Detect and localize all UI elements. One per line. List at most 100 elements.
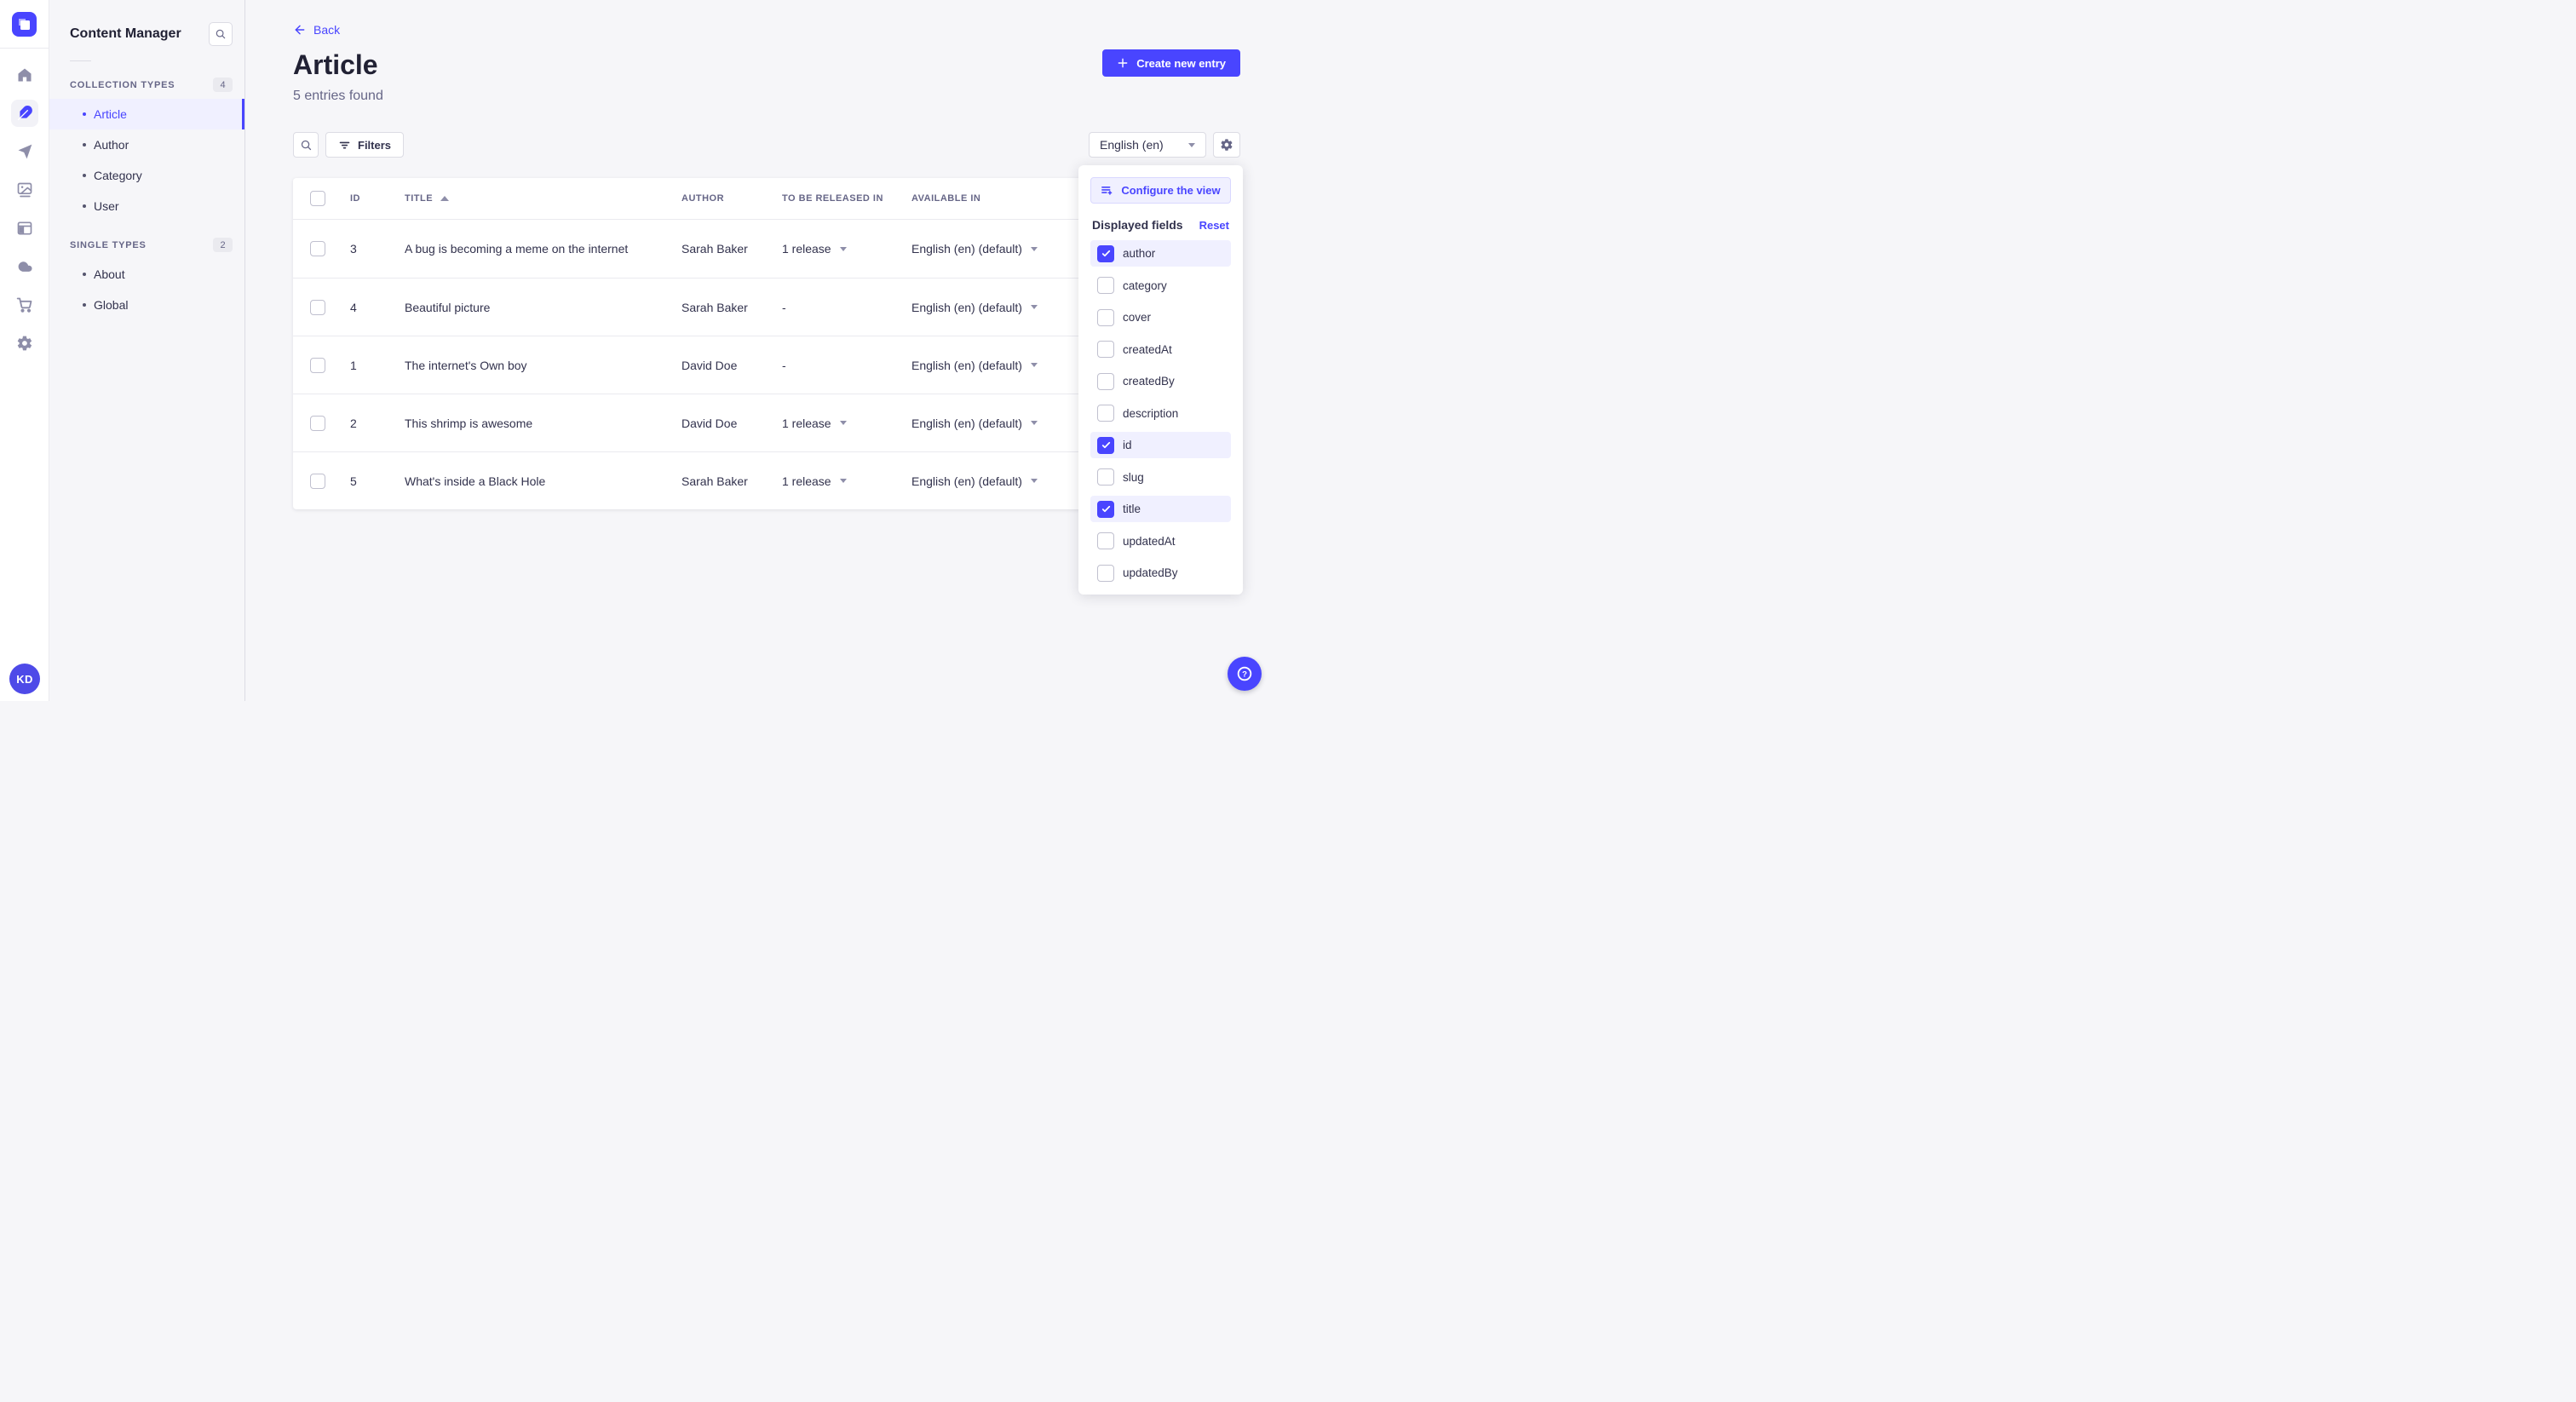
field-label: author xyxy=(1123,247,1156,260)
help-button[interactable]: ? xyxy=(1228,657,1262,691)
field-slug[interactable]: slug xyxy=(1090,464,1231,491)
create-new-entry-label: Create new entry xyxy=(1136,56,1226,70)
select-all-checkbox[interactable] xyxy=(310,191,325,206)
reset-link[interactable]: Reset xyxy=(1199,219,1229,232)
bullet-icon xyxy=(83,303,86,307)
field-label: cover xyxy=(1123,311,1152,324)
chevron-down-icon[interactable] xyxy=(1030,363,1038,367)
row-checkbox[interactable] xyxy=(310,299,325,315)
field-checkbox[interactable] xyxy=(1097,500,1114,518)
table-search-button[interactable] xyxy=(293,132,319,158)
row-checkbox[interactable] xyxy=(310,357,325,373)
filters-button[interactable]: Filters xyxy=(325,132,405,158)
row-checkbox[interactable] xyxy=(310,473,325,489)
sidebar-item-global[interactable]: Global xyxy=(49,290,244,320)
cell-id: 1 xyxy=(350,358,357,372)
chevron-down-icon[interactable] xyxy=(839,246,847,251)
bullet-icon xyxy=(83,273,86,276)
sort-asc-icon xyxy=(440,196,450,201)
configure-the-view-button[interactable]: Configure the view xyxy=(1090,177,1231,204)
field-checkbox[interactable] xyxy=(1097,372,1114,390)
field-updatedBy[interactable]: updatedBy xyxy=(1090,560,1231,586)
locale-select[interactable]: English (en) xyxy=(1089,132,1206,158)
cell-author: David Doe xyxy=(681,416,738,430)
chevron-down-icon[interactable] xyxy=(1030,246,1038,251)
section-label: COLLECTION TYPES xyxy=(70,79,175,90)
section-label: SINGLE TYPES xyxy=(70,239,147,250)
field-checkbox[interactable] xyxy=(1097,532,1114,549)
field-id[interactable]: id xyxy=(1090,432,1231,458)
row-checkbox[interactable] xyxy=(310,415,325,431)
settings-gear-icon[interactable] xyxy=(11,330,38,357)
field-label: createdBy xyxy=(1123,375,1175,388)
cell-releases[interactable]: 1 release xyxy=(782,474,911,488)
field-author[interactable]: author xyxy=(1090,240,1231,267)
marketplace-cart-icon[interactable] xyxy=(11,291,38,319)
sidebar-item-author[interactable]: Author xyxy=(49,129,244,160)
layout-icon[interactable] xyxy=(11,215,38,242)
view-settings-gear-button[interactable] xyxy=(1213,132,1240,158)
sidebar-search-button[interactable] xyxy=(209,22,233,46)
cell-releases[interactable]: 1 release xyxy=(782,417,911,430)
sidebar-item-category[interactable]: Category xyxy=(49,160,244,191)
field-checkbox[interactable] xyxy=(1097,405,1114,422)
page-title: Article xyxy=(293,49,378,80)
sidebar-sections: COLLECTION TYPES 4 Article Author Catego… xyxy=(49,71,244,320)
send-icon[interactable] xyxy=(11,138,38,165)
field-createdAt[interactable]: createdAt xyxy=(1090,336,1231,363)
field-checkbox[interactable] xyxy=(1097,436,1114,454)
field-title[interactable]: title xyxy=(1090,496,1231,522)
back-label: Back xyxy=(313,23,341,37)
cell-releases[interactable]: - xyxy=(782,359,911,372)
arrow-left-icon xyxy=(293,23,307,37)
column-header-title[interactable]: TITLE xyxy=(405,193,681,204)
field-checkbox[interactable] xyxy=(1097,341,1114,358)
field-checkbox[interactable] xyxy=(1097,244,1114,262)
field-checkbox[interactable] xyxy=(1097,308,1114,326)
sidebar-item-about[interactable]: About xyxy=(49,259,244,290)
chevron-down-icon[interactable] xyxy=(839,479,847,483)
cell-releases[interactable]: 1 release xyxy=(782,242,911,256)
section-count-badge: 4 xyxy=(213,78,233,92)
field-checkbox[interactable] xyxy=(1097,277,1114,294)
cell-releases[interactable]: - xyxy=(782,301,911,314)
sidebar-item-label: User xyxy=(94,199,119,213)
user-avatar[interactable]: KD xyxy=(9,664,40,694)
bullet-icon xyxy=(83,143,86,147)
field-description[interactable]: description xyxy=(1090,400,1231,427)
bullet-icon xyxy=(83,204,86,208)
chevron-down-icon[interactable] xyxy=(839,421,847,425)
sidebar-item-article[interactable]: Article xyxy=(49,99,244,129)
sidebar-divider xyxy=(70,60,91,61)
home-icon[interactable] xyxy=(11,61,38,89)
media-images-icon[interactable] xyxy=(11,176,38,204)
field-checkbox[interactable] xyxy=(1097,468,1114,486)
cloud-icon[interactable] xyxy=(11,253,38,280)
create-new-entry-button[interactable]: Create new entry xyxy=(1102,49,1240,77)
field-label: title xyxy=(1123,503,1141,515)
cell-author: Sarah Baker xyxy=(681,242,748,256)
chevron-down-icon[interactable] xyxy=(1030,421,1038,425)
sidebar-item-label: Global xyxy=(94,298,129,312)
field-label: description xyxy=(1123,406,1179,420)
sidebar-item-label: Author xyxy=(94,138,129,152)
cell-id: 5 xyxy=(350,474,357,488)
sidebar-item-user[interactable]: User xyxy=(49,191,244,221)
field-cover[interactable]: cover xyxy=(1090,304,1231,330)
field-updatedAt[interactable]: updatedAt xyxy=(1090,528,1231,554)
field-category[interactable]: category xyxy=(1090,273,1231,299)
field-label: slug xyxy=(1123,470,1144,484)
field-checkbox[interactable] xyxy=(1097,564,1114,582)
column-header-releases[interactable]: TO BE RELEASED IN xyxy=(782,193,911,204)
section-count-badge: 2 xyxy=(213,238,233,252)
chevron-down-icon[interactable] xyxy=(1030,305,1038,309)
question-icon: ? xyxy=(1235,664,1254,683)
back-link[interactable]: Back xyxy=(293,23,340,37)
chevron-down-icon[interactable] xyxy=(1030,479,1038,483)
row-checkbox[interactable] xyxy=(310,241,325,256)
field-createdBy[interactable]: createdBy xyxy=(1090,368,1231,394)
column-header-id[interactable]: ID xyxy=(350,193,405,204)
field-label: updatedBy xyxy=(1123,566,1178,579)
column-header-author[interactable]: AUTHOR xyxy=(681,193,782,204)
content-feather-icon[interactable] xyxy=(10,100,38,127)
